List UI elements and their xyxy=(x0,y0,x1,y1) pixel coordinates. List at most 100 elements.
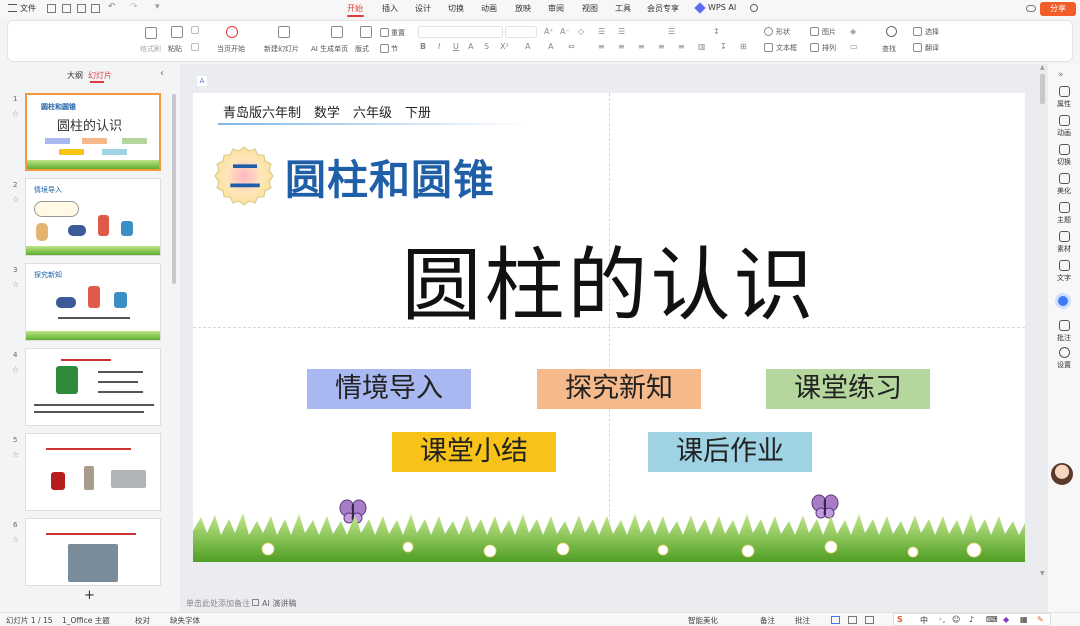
undo-icon[interactable]: ↶ xyxy=(108,2,116,12)
paste-icon[interactable] xyxy=(171,26,183,38)
cloud-icon[interactable] xyxy=(1026,5,1036,12)
tab-insert[interactable]: 插入 xyxy=(382,3,398,14)
normal-view-icon[interactable] xyxy=(831,616,840,624)
align-right-icon[interactable]: ≡ xyxy=(638,42,645,51)
new-slide-label[interactable]: 新建幻灯片 xyxy=(264,44,299,54)
translate-icon[interactable] xyxy=(913,43,922,52)
star-icon[interactable]: ☆ xyxy=(12,535,19,544)
tab-review[interactable]: 审阅 xyxy=(548,3,564,14)
sidebar-beautify[interactable]: 美化 xyxy=(1049,173,1079,196)
justify-icon[interactable]: ≡ xyxy=(658,42,665,51)
tag-class-summary[interactable]: 课堂小结 xyxy=(392,432,556,472)
star-icon[interactable]: ☆ xyxy=(12,365,19,374)
select-icon[interactable] xyxy=(913,27,922,36)
proof-button[interactable]: 校对 xyxy=(135,615,150,626)
print-preview-icon[interactable] xyxy=(77,4,86,13)
copy-icon[interactable] xyxy=(191,43,199,51)
theme-name[interactable]: 1_Office 主题 xyxy=(62,615,110,626)
notes-placeholder[interactable]: 单击此处添加备注 xyxy=(186,598,250,609)
ai-generate-icon[interactable] xyxy=(331,26,343,38)
strikethrough-icon[interactable]: A xyxy=(468,42,473,51)
shape-icon[interactable] xyxy=(764,27,773,36)
slide-thumbnail-3[interactable]: 探究新知 xyxy=(25,263,161,341)
more-icon[interactable]: ▾ xyxy=(155,2,160,12)
format-painter-icon[interactable] xyxy=(145,27,157,39)
panel-scrollbar[interactable] xyxy=(172,94,176,284)
bold-icon[interactable]: B xyxy=(420,42,426,51)
picture-label[interactable]: 图片 xyxy=(822,27,836,37)
punctuation-icon[interactable]: ◦, xyxy=(938,615,945,624)
find-label[interactable]: 查找 xyxy=(882,44,896,54)
wps-ai-button[interactable]: WPS AI xyxy=(708,3,736,12)
slide-thumbnail-5[interactable] xyxy=(25,433,161,511)
star-icon[interactable]: ☆ xyxy=(12,450,19,459)
align-text-icon[interactable]: ⊞ xyxy=(740,42,747,51)
ime-extra-icon[interactable]: ✎ xyxy=(1037,615,1044,624)
translate-label[interactable]: 翻译 xyxy=(925,43,939,53)
canvas-scrollbar[interactable] xyxy=(1040,74,1045,104)
tag-explore-new[interactable]: 探究新知 xyxy=(537,369,701,409)
underline-icon[interactable]: U xyxy=(453,42,459,51)
reading-view-icon[interactable] xyxy=(865,616,874,624)
skin-icon[interactable]: ◆ xyxy=(1003,615,1009,624)
collapse-panel-icon[interactable]: ‹ xyxy=(160,68,164,79)
sidebar-settings[interactable]: 设置 xyxy=(1049,347,1079,370)
reset-label[interactable]: 重置 xyxy=(391,28,405,38)
tab-slides[interactable]: 幻灯片 xyxy=(88,70,112,81)
superscript-icon[interactable]: X² xyxy=(500,42,509,51)
tab-design[interactable]: 设计 xyxy=(415,3,431,14)
shape-label[interactable]: 形状 xyxy=(776,27,790,37)
play-from-current-label[interactable]: 当页开始 xyxy=(217,44,245,54)
arrange-icon[interactable] xyxy=(810,43,819,52)
tag-homework[interactable]: 课后作业 xyxy=(648,432,812,472)
textbox-label[interactable]: 文本框 xyxy=(776,43,797,53)
share-button[interactable]: 分享 xyxy=(1040,2,1076,16)
canvas-scroll-up[interactable]: ▲ xyxy=(1040,64,1045,71)
missing-font-button[interactable]: 缺失字体 xyxy=(170,615,200,626)
tab-view[interactable]: 视图 xyxy=(582,3,598,14)
tag-scenario-intro[interactable]: 情境导入 xyxy=(307,369,471,409)
sidebar-theme[interactable]: 主题 xyxy=(1049,202,1079,225)
add-slide-button[interactable]: + xyxy=(84,588,95,603)
ime-toolbar[interactable]: S 中 ◦, ☺ ♪ ⌨ ◆ ▦ ✎ xyxy=(893,613,1051,626)
app-menu-icon[interactable] xyxy=(8,4,17,12)
avatar[interactable] xyxy=(1051,463,1073,485)
notes-button[interactable]: 备注 xyxy=(760,615,775,626)
shadow-icon[interactable]: S xyxy=(484,42,489,51)
grid-icon[interactable]: ▦ xyxy=(1020,615,1028,624)
reset-icon[interactable] xyxy=(380,28,389,37)
format-painter-label[interactable]: 格式刷 xyxy=(140,44,161,54)
clear-format-icon[interactable]: ◇ xyxy=(578,27,584,36)
sorter-view-icon[interactable] xyxy=(848,616,857,624)
tab-member[interactable]: 会员专享 xyxy=(647,3,679,14)
ai-assist-icon[interactable]: A xyxy=(197,76,207,86)
select-label[interactable]: 选择 xyxy=(925,27,939,37)
textbox-icon[interactable] xyxy=(764,43,773,52)
ime-mode[interactable]: 中 xyxy=(920,615,928,626)
layout-label[interactable]: 版式 xyxy=(355,44,369,54)
columns-icon[interactable]: ▥ xyxy=(698,42,706,51)
sidebar-transition[interactable]: 切换 xyxy=(1049,144,1079,167)
search-icon[interactable] xyxy=(750,4,758,12)
outline-icon[interactable]: ▭ xyxy=(850,42,858,51)
mic-icon[interactable]: ♪ xyxy=(969,615,974,624)
char-spacing-icon[interactable]: ⇔ xyxy=(568,42,575,51)
new-slide-icon[interactable] xyxy=(278,26,290,38)
section-label[interactable]: 节 xyxy=(391,44,398,54)
tab-tools[interactable]: 工具 xyxy=(615,3,631,14)
numbering-icon[interactable]: ☰ xyxy=(618,27,625,36)
beautify-button[interactable]: 智能美化 xyxy=(688,615,718,626)
sidebar-properties[interactable]: 属性 xyxy=(1049,86,1079,109)
slide-thumbnail-2[interactable]: 情境导入 xyxy=(25,178,161,256)
print-icon[interactable] xyxy=(91,4,100,13)
section-icon[interactable] xyxy=(380,44,389,53)
ai-speech-button[interactable]: AI 演讲稿 xyxy=(262,598,296,609)
tab-outline[interactable]: 大纲 xyxy=(67,70,83,81)
tab-slideshow[interactable]: 放映 xyxy=(515,3,531,14)
star-icon[interactable]: ☆ xyxy=(12,195,19,204)
tab-transition[interactable]: 切换 xyxy=(448,3,464,14)
align-center-icon[interactable]: ≡ xyxy=(618,42,625,51)
star-icon[interactable]: ☆ xyxy=(12,280,19,289)
comment-button[interactable]: 批注 xyxy=(795,615,810,626)
sidebar-collapse-icon[interactable]: » xyxy=(1058,70,1064,80)
